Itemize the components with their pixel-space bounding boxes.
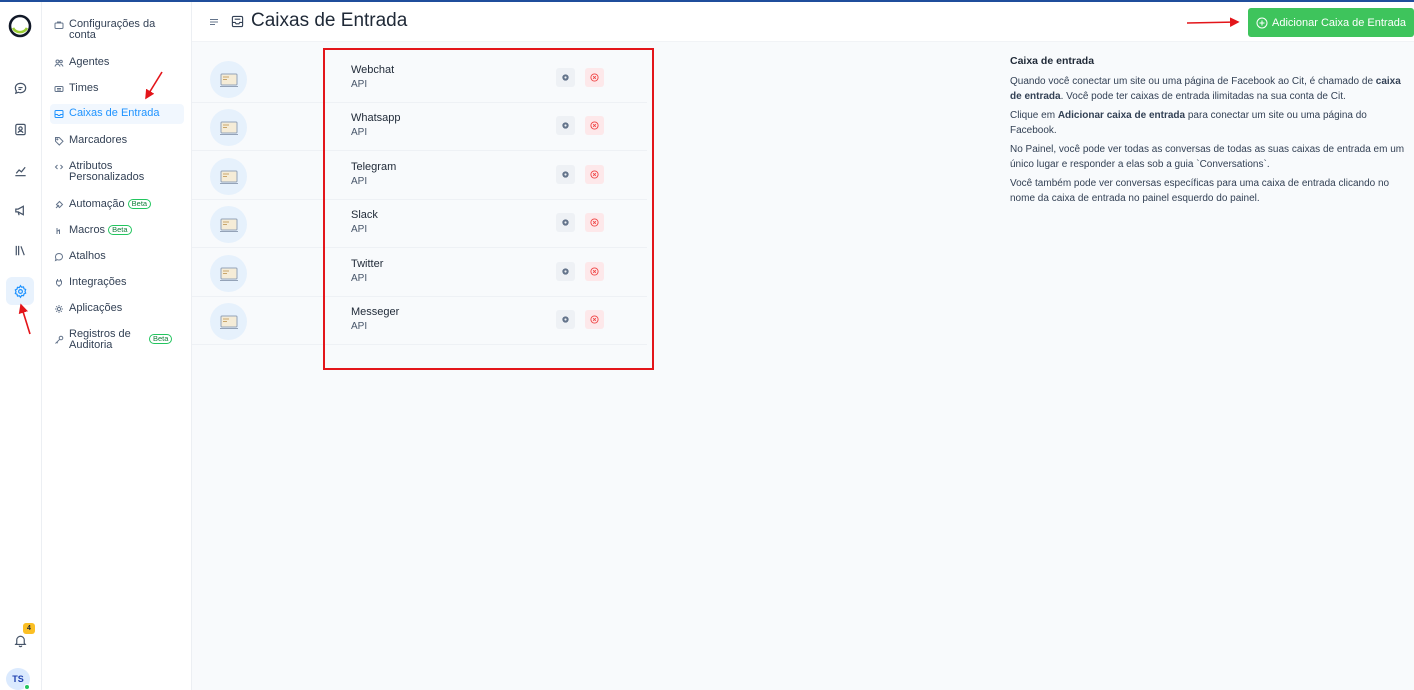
library-icon[interactable] <box>6 236 34 264</box>
reports-icon[interactable] <box>6 156 34 184</box>
sidebar-item-agents[interactable]: Agentes <box>50 54 184 71</box>
sidebar-item-label: Times <box>69 82 99 94</box>
sidebar-item-shortcuts[interactable]: Atalhos <box>50 248 184 265</box>
help-text: Quando você conectar um site ou uma pági… <box>1010 76 1376 87</box>
sidebar-item-label: Marcadores <box>69 134 128 146</box>
inbox-icon <box>54 109 64 119</box>
people-icon <box>54 58 64 68</box>
tag-icon <box>54 136 64 146</box>
sidebar-item-macros[interactable]: Macros Beta <box>50 222 184 239</box>
sidebar-item-label: Atributos Personalizados <box>69 160 145 183</box>
help-title: Caixa de entrada <box>1010 55 1095 67</box>
inbox-thumbnail-icon <box>210 158 247 195</box>
primary-rail <box>0 2 42 690</box>
sidebar-item-inboxes[interactable]: Caixas de Entrada <box>50 104 184 124</box>
inbox-thumbnail-icon <box>210 206 247 243</box>
chat-icon[interactable] <box>6 74 34 102</box>
code-icon <box>54 162 64 172</box>
sidebar-item-label: Caixas de Entrada <box>69 107 160 119</box>
sidebar-item-label: Atalhos <box>69 250 106 262</box>
sidebar-item-teams[interactable]: Times <box>50 80 184 97</box>
inbox-thumbnail-icon <box>210 109 247 146</box>
beta-badge: Beta <box>108 225 132 235</box>
sidebar-item-label: Macros <box>69 224 106 236</box>
help-text: . Você pode ter caixas de entrada ilimit… <box>1060 91 1346 102</box>
sidebar-item-audit-logs[interactable]: Registros de Auditoria Beta <box>50 326 184 354</box>
inbox-thumbnail-icon <box>210 61 247 98</box>
add-inbox-button[interactable]: Adicionar Caixa de Entrada <box>1248 8 1414 37</box>
help-paragraph: No Painel, você pode ver todas as conver… <box>1010 144 1405 170</box>
contacts-icon[interactable] <box>6 115 34 143</box>
inbox-icon <box>231 15 244 28</box>
online-status-dot <box>24 684 30 690</box>
sidebar-item-label: Configurações da conta <box>69 18 156 41</box>
sidebar-item-automation[interactable]: Automação Beta <box>50 196 184 213</box>
logo-icon[interactable] <box>8 14 32 38</box>
page-title: Caixas de Entrada <box>251 10 408 31</box>
briefcase-icon <box>54 20 64 30</box>
beta-badge: Beta <box>149 334 173 344</box>
sidebar-item-label: Agentes <box>69 56 110 68</box>
annotation-highlight-box <box>323 48 654 370</box>
automation-icon <box>54 200 64 210</box>
help-panel: Caixa de entrada Quando você conectar um… <box>1010 54 1410 210</box>
help-paragraph: Clique em Adicionar caixa de entrada par… <box>1010 108 1410 138</box>
inbox-thumbnail-icon <box>210 303 247 340</box>
sidebar-item-label: Automação <box>69 198 125 210</box>
sidebar-item-custom-attributes[interactable]: Atributos Personalizados <box>50 158 184 186</box>
sidebar-item-label: Registros de Auditoria <box>69 328 131 351</box>
add-inbox-label: Adicionar Caixa de Entrada <box>1272 16 1406 29</box>
sidebar-item-integrations[interactable]: Integrações <box>50 274 184 291</box>
macro-icon <box>54 226 64 236</box>
menu-icon[interactable] <box>209 17 219 27</box>
sidebar-item-labels[interactable]: Marcadores <box>50 132 184 149</box>
page-header: Caixas de Entrada Adicionar Caixa de Ent… <box>192 2 1414 42</box>
help-text-bold: Adicionar caixa de entrada <box>1057 110 1186 121</box>
beta-badge: Beta <box>127 199 152 209</box>
team-icon <box>54 84 64 94</box>
plug-icon <box>54 278 64 288</box>
sidebar-item-label: Integrações <box>69 276 127 288</box>
plus-circle-icon <box>1256 17 1268 28</box>
help-paragraph: Quando você conectar um site ou uma pági… <box>1010 74 1410 104</box>
sidebar-item-account-settings[interactable]: Configurações da conta <box>50 16 184 44</box>
inbox-thumbnail-icon <box>210 255 247 292</box>
help-text: Clique em <box>1010 110 1058 121</box>
settings-icon[interactable] <box>6 277 34 305</box>
help-paragraph: Você também pode ver conversas específic… <box>1010 178 1390 204</box>
notification-count-badge: 4 <box>23 623 35 634</box>
sidebar-item-label: Aplicações <box>69 302 123 314</box>
sidebar-item-applications[interactable]: Aplicações <box>50 300 184 317</box>
shortcut-icon <box>54 252 64 262</box>
campaigns-icon[interactable] <box>6 196 34 224</box>
apps-icon <box>54 304 64 314</box>
key-icon <box>54 335 64 345</box>
settings-sidebar: Configurações da conta Agentes Times Cai… <box>42 2 192 690</box>
